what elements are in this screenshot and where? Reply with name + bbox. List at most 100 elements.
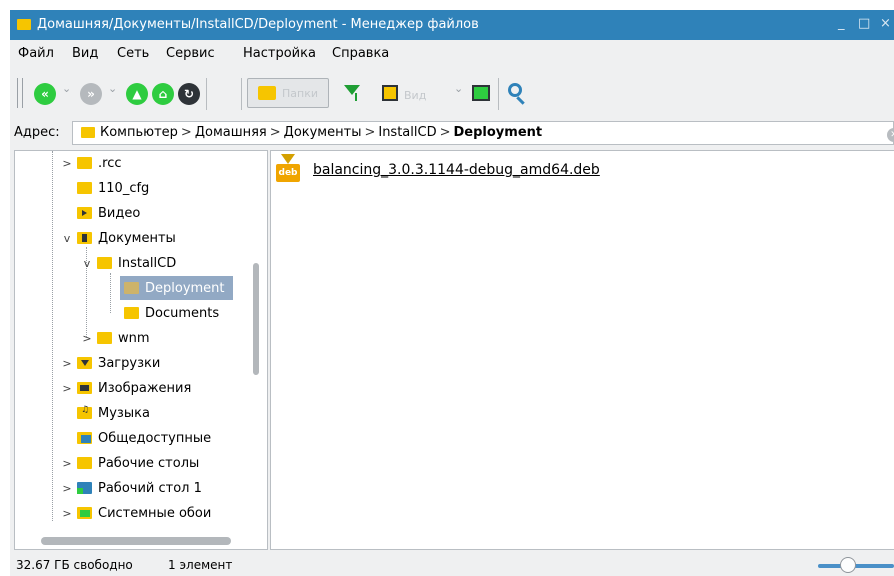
download-arrow-icon xyxy=(281,154,295,164)
maximize-button[interactable]: □ xyxy=(858,16,870,31)
expander-chevron-icon[interactable]: v xyxy=(61,232,73,245)
tree-item-documents[interactable]: v Документы xyxy=(61,226,176,250)
forward-icon[interactable]: » xyxy=(80,83,102,105)
menu-help[interactable]: Справка xyxy=(332,46,389,61)
crumb-home[interactable]: Домашняя xyxy=(195,125,267,140)
folder-tree-icon xyxy=(258,86,276,100)
folder-icon xyxy=(17,19,31,30)
tree-item-label: 110_cfg xyxy=(98,180,150,196)
videos-folder-icon xyxy=(77,207,92,219)
address-input[interactable]: Компьютер > Домашняя > Документы > Insta… xyxy=(72,121,894,145)
crumb-installcd[interactable]: InstallCD xyxy=(378,125,436,140)
tree-item-label: Изображения xyxy=(98,380,192,396)
expander-chevron-icon[interactable]: > xyxy=(61,507,73,520)
expander-chevron-icon[interactable]: > xyxy=(61,457,73,470)
close-button[interactable]: × xyxy=(880,16,891,31)
menu-view[interactable]: Вид xyxy=(72,46,98,61)
toolbar-separator xyxy=(206,78,207,110)
desktop-folder-icon xyxy=(77,482,92,494)
tree-item-pictures[interactable]: > Изображения xyxy=(61,376,191,400)
tree-item-installcd[interactable]: v InstallCD xyxy=(81,251,177,275)
tree-item-label: .rcc xyxy=(98,155,122,171)
menu-settings[interactable]: Настройка xyxy=(243,46,316,61)
tree-item-label: Музыка xyxy=(98,405,150,421)
expander-chevron-icon[interactable]: > xyxy=(81,332,93,345)
view-mode-label[interactable]: Вид xyxy=(404,89,426,102)
filter-icon-stem xyxy=(355,93,357,101)
folder-icon xyxy=(81,127,95,138)
tree-item-label: Deployment xyxy=(145,280,225,296)
expander-chevron-icon[interactable]: > xyxy=(61,382,73,395)
up-icon[interactable]: ▲ xyxy=(126,83,148,105)
folder-icon xyxy=(77,457,92,469)
toolbar-separator xyxy=(241,78,242,110)
tree-connector xyxy=(110,273,111,313)
back-icon[interactable]: « xyxy=(34,83,56,105)
crumb-documents[interactable]: Документы xyxy=(284,125,362,140)
tree-item-label: Documents xyxy=(145,305,220,321)
zoom-slider[interactable] xyxy=(818,564,894,568)
zoom-slider-handle[interactable] xyxy=(840,557,856,573)
home-icon[interactable]: ⌂ xyxy=(152,83,174,105)
tree-item-downloads[interactable]: > Загрузки xyxy=(61,351,160,375)
tree-vertical-scrollbar[interactable] xyxy=(253,263,259,375)
folder-icon xyxy=(77,157,92,169)
tree-item-label: Загрузки xyxy=(98,355,161,371)
menu-network[interactable]: Сеть xyxy=(117,46,149,61)
back-dropdown-chevron-icon[interactable]: ⌄ xyxy=(62,82,71,95)
menu-bar: Файл Вид Сеть Сервис Настройка Справка xyxy=(10,40,894,68)
view-mode-dropdown-chevron-icon[interactable]: ⌄ xyxy=(454,82,463,95)
crumb-computer[interactable]: Компьютер xyxy=(100,125,178,140)
reload-icon[interactable]: ↻ xyxy=(178,83,200,105)
folder-tree[interactable]: > .rcc 110_cfg Видео v Документы v Insta… xyxy=(14,150,268,550)
tree-item-wnm[interactable]: > wnm xyxy=(81,326,150,350)
folders-toggle-button[interactable]: Папки xyxy=(247,78,329,108)
minimize-button[interactable]: _ xyxy=(838,16,845,31)
desktop-strip xyxy=(0,0,894,10)
tree-item-label: wnm xyxy=(118,330,150,346)
file-list[interactable]: deb balancing_3.0.3.1144-debug_amd64.deb xyxy=(270,150,894,550)
clear-icon[interactable]: ✕ xyxy=(887,128,894,142)
deb-badge: deb xyxy=(276,164,300,182)
expander-chevron-icon[interactable]: > xyxy=(61,157,73,170)
folder-icon xyxy=(97,257,112,269)
tree-item-public[interactable]: Общедоступные xyxy=(61,426,211,450)
documents-folder-icon xyxy=(77,232,92,244)
filter-icon[interactable] xyxy=(344,85,360,95)
tree-item-label: Рабочий стол 1 xyxy=(98,480,202,496)
status-bar: 32.67 ГБ свободно 1 элемент xyxy=(10,554,894,576)
tree-item-110-cfg[interactable]: 110_cfg xyxy=(61,176,149,200)
tree-item-label: Видео xyxy=(98,205,141,221)
tree-item-rcc[interactable]: > .rcc xyxy=(61,151,122,175)
tree-item-wallpapers[interactable]: > Системные обои xyxy=(61,501,211,525)
search-icon[interactable] xyxy=(508,83,522,97)
expander-chevron-icon[interactable]: > xyxy=(61,357,73,370)
title-bar[interactable]: Домашняя/Документы/InstallCD/Deployment … xyxy=(10,10,894,40)
menu-file[interactable]: Файл xyxy=(18,46,54,61)
tree-item-desktops[interactable]: > Рабочие столы xyxy=(61,451,199,475)
menu-tools[interactable]: Сервис xyxy=(166,46,215,61)
tree-item-deployment[interactable]: Deployment xyxy=(120,276,233,300)
view-mode-icon[interactable] xyxy=(382,85,398,101)
crumb-current[interactable]: Deployment xyxy=(454,125,543,140)
tree-item-label: InstallCD xyxy=(118,255,177,271)
expander-chevron-icon[interactable]: > xyxy=(61,482,73,495)
tree-item-music[interactable]: ♫ Музыка xyxy=(61,401,150,425)
wallpapers-folder-icon xyxy=(77,507,92,519)
file-item[interactable]: deb balancing_3.0.3.1144-debug_amd64.deb xyxy=(275,153,600,187)
forward-dropdown-chevron-icon[interactable]: ⌄ xyxy=(108,82,117,95)
crumb-separator: > xyxy=(439,125,451,140)
tree-item-desktop-1[interactable]: > Рабочий стол 1 xyxy=(61,476,202,500)
toolbar-grip[interactable] xyxy=(17,78,23,108)
item-count: 1 элемент xyxy=(168,558,233,572)
split-view-icon[interactable] xyxy=(472,85,490,101)
expander-chevron-icon[interactable]: v xyxy=(81,257,93,270)
crumb-separator: > xyxy=(180,125,192,140)
tree-item-videos[interactable]: Видео xyxy=(61,201,140,225)
window-title: Домашняя/Документы/InstallCD/Deployment … xyxy=(37,17,479,32)
crumb-separator: > xyxy=(269,125,281,140)
toolbar-separator xyxy=(498,78,499,110)
tree-item-documents-sub[interactable]: Documents xyxy=(124,301,219,325)
tree-horizontal-scrollbar[interactable] xyxy=(41,537,231,545)
music-folder-icon: ♫ xyxy=(77,405,92,419)
